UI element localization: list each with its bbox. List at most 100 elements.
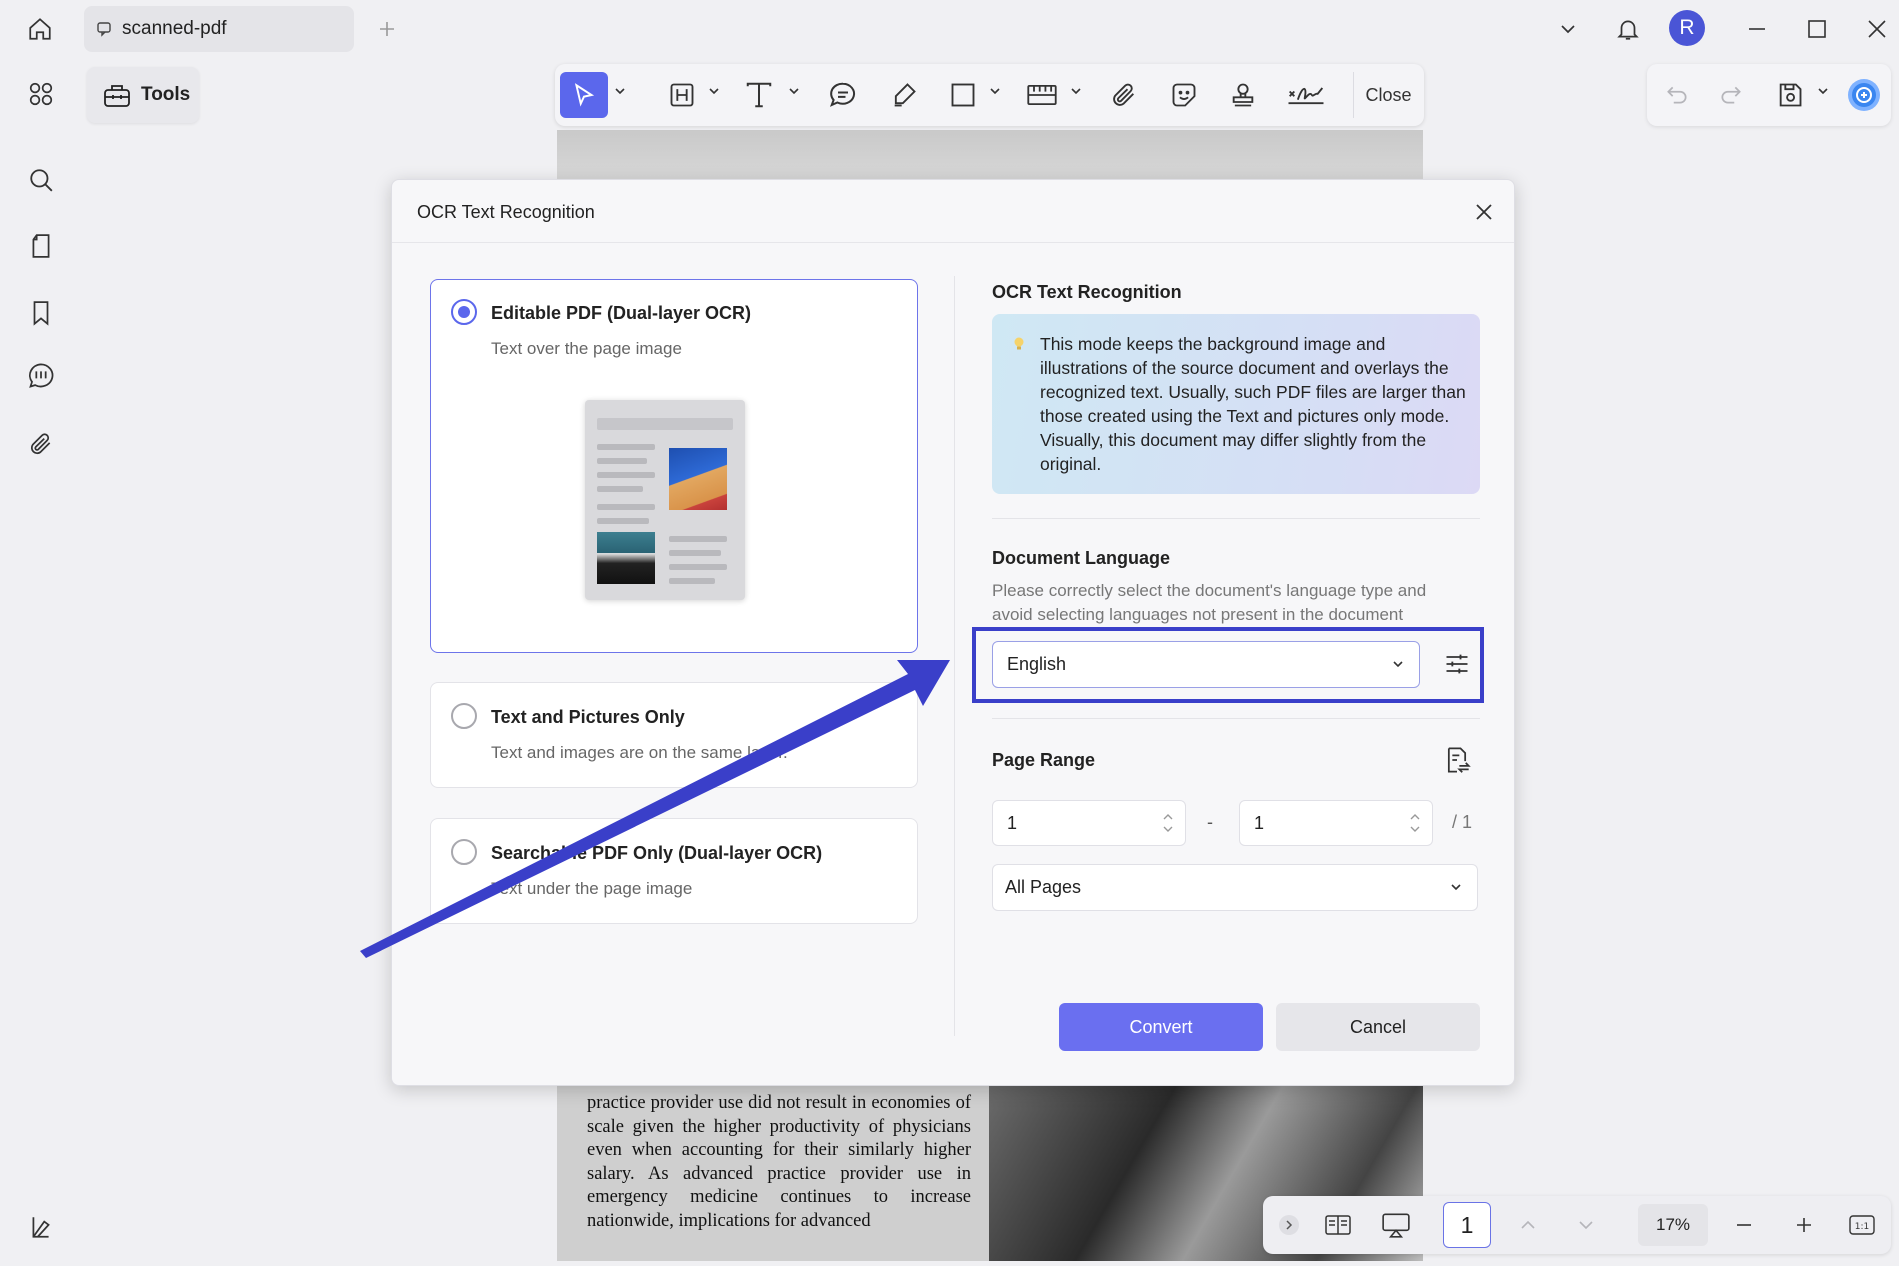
comments-icon[interactable] (20, 355, 62, 397)
chevron-down-icon (1393, 661, 1403, 668)
option-editable-pdf[interactable]: Editable PDF (Dual-layer OCR) Text over … (430, 279, 918, 653)
column-divider (954, 276, 955, 1036)
previous-page-icon[interactable] (1509, 1204, 1547, 1246)
option-subtitle: Text and images are on the same layer. (491, 743, 788, 762)
measure-tool-icon[interactable] (1020, 72, 1064, 118)
option-title: Text and Pictures Only (491, 707, 685, 727)
page-subset-value: All Pages (1005, 877, 1082, 897)
shape-tool-icon[interactable] (942, 72, 984, 118)
option-searchable-pdf[interactable]: Searchable PDF Only (Dual-layer OCR) Tex… (430, 818, 918, 924)
ocr-info-text: This mode keeps the background image and… (1040, 334, 1466, 474)
document-tab[interactable]: scanned-pdf (84, 6, 354, 52)
range-to-input[interactable]: 1 (1239, 800, 1433, 846)
document-tab-icon (97, 22, 111, 37)
bookmark-icon[interactable] (20, 292, 62, 334)
apps-grid-icon[interactable] (20, 73, 62, 115)
close-tools-button[interactable]: Close (1353, 72, 1423, 118)
radio-text-pictures[interactable] (451, 703, 477, 729)
maximize-icon[interactable] (1797, 10, 1837, 48)
chevron-down-icon[interactable] (613, 84, 627, 98)
close-window-icon[interactable] (1857, 10, 1897, 48)
range-from-input[interactable]: 1 (992, 800, 1186, 846)
ai-assistant-icon[interactable] (1843, 72, 1885, 118)
chevron-down-icon[interactable] (1548, 10, 1588, 48)
title-bar: scanned-pdf R (0, 0, 1899, 58)
range-to-value: 1 (1254, 812, 1265, 833)
undo-icon[interactable] (1657, 72, 1697, 118)
language-settings-icon[interactable] (1438, 645, 1476, 683)
attach-file-icon[interactable] (1103, 72, 1145, 118)
stamp-icon[interactable] (1222, 72, 1264, 118)
page-range-title: Page Range (992, 750, 1096, 770)
range-from-value: 1 (1007, 812, 1018, 833)
page-thumbnails-icon[interactable] (20, 225, 62, 267)
next-page-icon[interactable] (1567, 1204, 1605, 1246)
chevron-down-icon[interactable] (988, 84, 1002, 98)
search-icon[interactable] (20, 159, 62, 201)
redo-icon[interactable] (1711, 72, 1751, 118)
tools-button[interactable]: Tools (87, 67, 199, 123)
toolbox-icon (104, 85, 130, 107)
dialog-title: OCR Text Recognition (417, 202, 595, 222)
convert-button[interactable]: Convert (1059, 1003, 1263, 1051)
range-total: / 1 (1452, 812, 1473, 832)
actual-size-icon[interactable]: 1:1 (1843, 1204, 1881, 1246)
theme-palette-icon[interactable] (20, 1206, 62, 1248)
select-cursor-tool[interactable] (560, 72, 608, 118)
presentation-icon[interactable] (1375, 1204, 1417, 1246)
minimize-icon[interactable] (1737, 10, 1777, 48)
ocr-section-title: OCR Text Recognition (992, 282, 1182, 302)
chevron-down-icon[interactable] (787, 84, 801, 98)
chevron-down-icon (1451, 884, 1461, 891)
language-select-value: English (1007, 654, 1067, 674)
attachment-icon[interactable] (20, 423, 62, 465)
left-sidebar (0, 58, 82, 1266)
close-icon[interactable] (1470, 198, 1498, 226)
zoom-out-icon[interactable] (1725, 1204, 1763, 1246)
chevron-down-icon[interactable] (1069, 84, 1083, 98)
notification-bell-icon[interactable] (1608, 10, 1648, 48)
save-icon[interactable] (1769, 72, 1811, 118)
annotation-toolbar: Close (555, 64, 1424, 126)
zoom-level[interactable]: 17% (1638, 1204, 1708, 1246)
home-icon[interactable] (20, 10, 60, 48)
avatar[interactable]: R (1669, 10, 1705, 46)
svg-text:1:1: 1:1 (1855, 1222, 1869, 1232)
zoom-in-icon[interactable] (1785, 1204, 1823, 1246)
page-range-options-icon[interactable] (1440, 743, 1474, 777)
radio-editable-pdf[interactable] (451, 299, 477, 325)
option-subtitle: Text over the page image (491, 339, 682, 358)
collapse-bar-icon[interactable] (1273, 1204, 1305, 1246)
option-title: Editable PDF (Dual-layer OCR) (491, 303, 752, 323)
document-page-top (557, 130, 1423, 182)
option-title: Searchable PDF Only (Dual-layer OCR) (491, 843, 823, 863)
chevron-down-icon[interactable] (1816, 84, 1830, 98)
current-page-input[interactable]: 1 (1443, 1202, 1491, 1248)
option-subtitle: Text under the page image (491, 879, 693, 898)
new-tab-button[interactable] (372, 14, 402, 44)
radio-searchable-pdf[interactable] (451, 839, 477, 865)
sticker-icon[interactable] (1163, 72, 1205, 118)
spinner-arrows-icon[interactable] (1161, 807, 1175, 839)
document-body-text: practice provider use did not result in … (587, 1093, 971, 1231)
page-layout-icon[interactable] (1317, 1204, 1359, 1246)
comment-tool-icon[interactable] (822, 72, 864, 118)
page-subset-select[interactable]: All Pages (992, 864, 1478, 911)
tab-title: scanned-pdf (122, 18, 227, 39)
option-text-pictures[interactable]: Text and Pictures Only Text and images a… (430, 682, 918, 788)
language-select[interactable]: English (992, 641, 1420, 688)
chevron-down-icon[interactable] (707, 84, 721, 98)
highlight-tool-icon[interactable] (662, 72, 702, 118)
spinner-arrows-icon[interactable] (1408, 807, 1422, 839)
signature-icon[interactable] (1281, 72, 1331, 118)
document-preview-illustration (585, 400, 745, 600)
dialog-divider (392, 242, 1514, 243)
language-section-title: Document Language (992, 548, 1171, 568)
lightbulb-icon (1014, 337, 1024, 350)
text-tool-icon[interactable] (737, 72, 781, 118)
section-divider (992, 718, 1480, 719)
pen-tool-icon[interactable] (883, 72, 925, 118)
tools-label: Tools (141, 84, 191, 105)
cancel-button[interactable]: Cancel (1276, 1003, 1480, 1051)
ocr-dialog: OCR Text Recognition Editable PDF (Dual-… (391, 179, 1515, 1086)
